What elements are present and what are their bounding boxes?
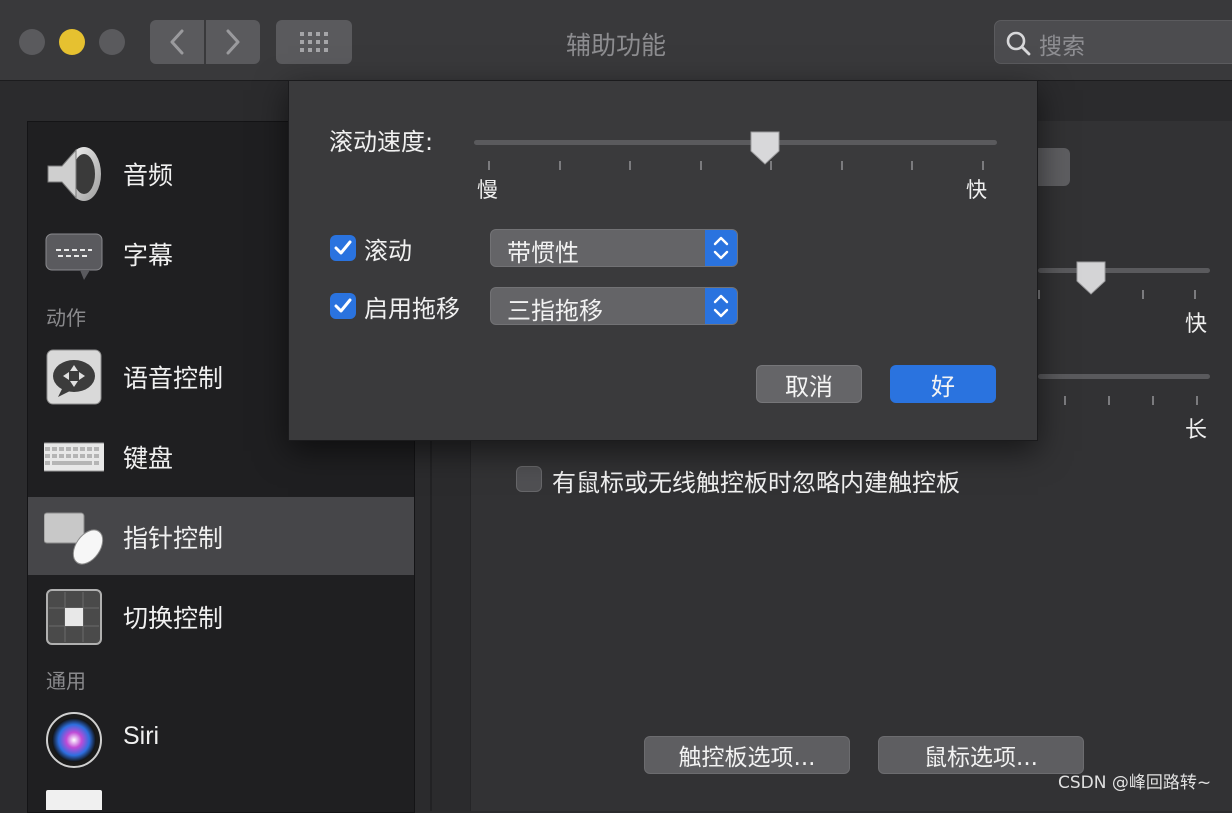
sidebar-item-pointer-control[interactable]: 指针控制 bbox=[28, 497, 414, 575]
sidebar-item-label: 指针控制 bbox=[123, 524, 224, 553]
slider-tick bbox=[629, 161, 632, 170]
popup-arrows bbox=[705, 288, 737, 324]
slider-tick bbox=[840, 161, 843, 170]
scroll-checkbox[interactable] bbox=[330, 235, 356, 261]
cancel-button[interactable]: 取消 bbox=[756, 365, 862, 403]
pointer-control-icon bbox=[44, 512, 104, 565]
sidebar-item-label: 语音控制 bbox=[123, 364, 224, 393]
sidebar-item-switch-control[interactable]: 切换控制 bbox=[28, 577, 414, 655]
trackpad-options-button[interactable]: 触控板选项... bbox=[644, 736, 850, 774]
background-slider-track bbox=[1038, 268, 1210, 273]
scroll-speed-label: 滚动速度: bbox=[329, 128, 434, 156]
background-slider-knob[interactable] bbox=[1074, 259, 1108, 297]
search-icon bbox=[1006, 31, 1031, 56]
partial-sidebar-icon bbox=[46, 790, 102, 810]
slider-tick bbox=[1142, 290, 1144, 299]
scroll-checkbox-label: 滚动 bbox=[364, 237, 412, 265]
slider-tick bbox=[911, 161, 914, 170]
drag-mode-popup[interactable]: 三指拖移 bbox=[490, 287, 738, 325]
speaker-icon bbox=[47, 147, 101, 201]
scroll-speed-slider[interactable] bbox=[474, 131, 997, 217]
scroll-mode-value: 带惯性 bbox=[507, 239, 579, 267]
sidebar-section-motor: 动作 bbox=[46, 306, 86, 330]
sidebar-item-label: 键盘 bbox=[123, 444, 174, 473]
background-slider-max-label: 快 bbox=[1185, 312, 1208, 337]
keyboard-icon bbox=[44, 442, 104, 472]
slider-tick bbox=[1196, 396, 1198, 405]
background-slider-track bbox=[1038, 374, 1210, 379]
background-slider-max-label: 长 bbox=[1185, 418, 1208, 443]
ok-button[interactable]: 好 bbox=[890, 365, 996, 403]
mouse-options-button[interactable]: 鼠标选项... bbox=[878, 736, 1084, 774]
siri-icon bbox=[46, 712, 102, 768]
popup-arrows bbox=[705, 230, 737, 266]
sidebar-item-siri[interactable]: Siri bbox=[28, 700, 414, 778]
title-bar: 辅助功能 搜索 bbox=[0, 0, 1232, 81]
search-field[interactable]: 搜索 bbox=[994, 20, 1232, 64]
slider-tick bbox=[1064, 396, 1066, 405]
watermark: CSDN @峰回路转~ bbox=[1058, 773, 1212, 793]
slider-max-label: 快 bbox=[966, 178, 987, 202]
sidebar-item-label: 切换控制 bbox=[123, 604, 224, 633]
slider-tick bbox=[1152, 396, 1154, 405]
slider-tick bbox=[558, 161, 561, 170]
sidebar-section-general: 通用 bbox=[46, 669, 86, 693]
trackpad-options-sheet: 滚动速度: 慢 快 滚动 带惯性 启用拖移 三指拖移 取消 好 bbox=[288, 80, 1038, 441]
captions-icon bbox=[45, 233, 103, 280]
sidebar-item-label: Siri bbox=[123, 722, 160, 750]
voice-control-icon bbox=[46, 349, 102, 405]
slider-tick bbox=[1194, 290, 1196, 299]
slider-tick bbox=[1038, 290, 1040, 299]
ignore-trackpad-label: 有鼠标或无线触控板时忽略内建触控板 bbox=[552, 469, 960, 497]
up-down-chevron-icon bbox=[713, 236, 729, 260]
slider-min-label: 慢 bbox=[477, 178, 498, 202]
sidebar-item-label: 音频 bbox=[123, 161, 174, 190]
scroll-speed-knob[interactable] bbox=[748, 129, 782, 167]
drag-checkbox-label: 启用拖移 bbox=[364, 295, 460, 323]
scroll-speed-track bbox=[474, 140, 997, 145]
slider-tick bbox=[1108, 396, 1110, 405]
sidebar-item-label: 字幕 bbox=[123, 241, 174, 270]
checkmark-icon bbox=[334, 298, 352, 313]
slider-tick bbox=[488, 161, 490, 170]
slider-tick bbox=[982, 161, 984, 170]
scroll-mode-popup[interactable]: 带惯性 bbox=[490, 229, 738, 267]
ignore-trackpad-checkbox[interactable] bbox=[516, 466, 542, 492]
checkmark-icon bbox=[334, 240, 352, 255]
drag-checkbox[interactable] bbox=[330, 293, 356, 319]
drag-mode-value: 三指拖移 bbox=[507, 297, 603, 325]
up-down-chevron-icon bbox=[713, 294, 729, 318]
search-placeholder: 搜索 bbox=[1039, 34, 1085, 60]
switch-control-icon bbox=[46, 589, 102, 645]
slider-tick bbox=[699, 161, 702, 170]
